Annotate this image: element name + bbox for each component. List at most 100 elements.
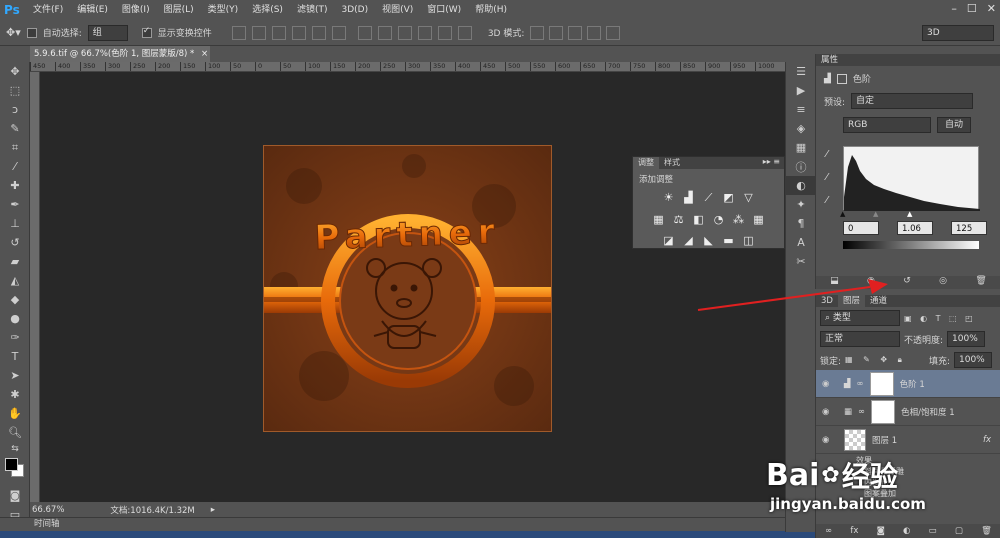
curves-icon[interactable]: ⟋ bbox=[703, 191, 715, 205]
channel-mixer-icon[interactable]: ⁂ bbox=[733, 213, 745, 226]
menu-item-10[interactable]: 帮助(H) bbox=[468, 0, 514, 20]
menu-item-7[interactable]: 3D(D) bbox=[334, 0, 375, 20]
foreground-color[interactable] bbox=[5, 458, 18, 471]
healing-tool-icon[interactable]: ✚ bbox=[0, 176, 30, 195]
blur-tool-icon[interactable]: ◆ bbox=[0, 290, 30, 309]
menu-item-2[interactable]: 图像(I) bbox=[115, 0, 157, 20]
new-layer-icon[interactable]: ▢ bbox=[955, 526, 963, 536]
close-tab-icon[interactable]: × bbox=[201, 49, 208, 59]
maximize-button[interactable]: ☐ bbox=[967, 2, 977, 15]
document-tab[interactable]: 5.9.6.tif @ 66.7%(色阶 1, 图层蒙版/8) * × bbox=[30, 46, 210, 62]
tab-properties[interactable]: 属性 bbox=[816, 54, 1000, 66]
quick-select-tool-icon[interactable]: ✎ bbox=[0, 119, 30, 138]
marquee-tool-icon[interactable]: ⬚ bbox=[0, 81, 30, 100]
color-swatches[interactable] bbox=[0, 456, 29, 486]
layer-mask-thumbnail[interactable] bbox=[869, 371, 894, 396]
paragraph-panel-icon[interactable]: ¶ bbox=[786, 214, 816, 233]
show-transform-checkbox[interactable] bbox=[141, 26, 152, 38]
document-artwork[interactable]: Partner bbox=[263, 145, 552, 432]
clone-stamp-tool-icon[interactable]: ⊥ bbox=[0, 214, 30, 233]
quick-mask-icon[interactable]: ◙ bbox=[0, 486, 30, 505]
adjustments-panel-icon[interactable]: ◐ bbox=[786, 176, 816, 195]
gradient-map-icon[interactable]: ▬ bbox=[723, 234, 735, 247]
opacity-field[interactable]: 100% bbox=[947, 331, 986, 347]
eraser-tool-icon[interactable]: ▰ bbox=[0, 252, 30, 271]
photo-filter-icon[interactable]: ◔ bbox=[713, 213, 725, 226]
minimize-button[interactable]: – bbox=[951, 2, 957, 15]
distribute-hcenter-icon[interactable] bbox=[437, 25, 452, 40]
3d-scale-icon[interactable] bbox=[606, 25, 621, 40]
align-left-icon[interactable] bbox=[291, 25, 306, 40]
visibility-eye-icon[interactable]: ◉ bbox=[822, 435, 836, 445]
3d-roll-icon[interactable] bbox=[549, 25, 564, 40]
3d-rotate-icon[interactable] bbox=[530, 25, 545, 40]
close-button[interactable]: ✕ bbox=[987, 2, 996, 15]
add-mask-icon[interactable]: ◙ bbox=[877, 526, 885, 536]
align-top-icon[interactable] bbox=[231, 25, 246, 40]
tab-styles[interactable]: 样式 bbox=[659, 157, 685, 169]
input-white-field[interactable]: 125 bbox=[951, 221, 987, 235]
tool-presets-icon[interactable]: ✂ bbox=[786, 252, 816, 271]
3d-slide-icon[interactable] bbox=[587, 25, 602, 40]
pen-tool-icon[interactable]: ✑ bbox=[0, 328, 30, 347]
align-bottom-icon[interactable] bbox=[271, 25, 286, 40]
input-black-field[interactable]: 0 bbox=[843, 221, 879, 235]
fill-field[interactable]: 100% bbox=[954, 352, 992, 368]
menu-item-6[interactable]: 滤镜(T) bbox=[290, 0, 335, 20]
filter-icons[interactable]: ▣ ◐ T ⬚ ◰ bbox=[904, 314, 976, 323]
new-adjustment-icon[interactable]: ◐ bbox=[903, 526, 910, 536]
color-lookup-icon[interactable]: ▦ bbox=[753, 213, 765, 226]
brightness-icon[interactable]: ☀ bbox=[663, 191, 675, 205]
crop-tool-icon[interactable]: ⌗ bbox=[0, 138, 30, 157]
exposure-icon[interactable]: ◩ bbox=[723, 191, 735, 205]
link-layers-icon[interactable]: ∞ bbox=[825, 526, 832, 536]
distribute-left-icon[interactable] bbox=[417, 25, 432, 40]
visibility-eye-icon[interactable]: ◉ bbox=[822, 379, 836, 389]
layer-row-layer1[interactable]: ◉ 图层 1 fx bbox=[816, 426, 1000, 454]
history-brush-tool-icon[interactable]: ↺ bbox=[0, 233, 30, 252]
paint-bucket-tool-icon[interactable]: ◭ bbox=[0, 271, 30, 290]
swatches-panel-icon[interactable]: ▦ bbox=[786, 138, 816, 157]
menu-item-8[interactable]: 视图(V) bbox=[375, 0, 420, 20]
distribute-vcenter-icon[interactable] bbox=[377, 25, 392, 40]
levels-icon[interactable]: ▟ bbox=[683, 191, 695, 205]
link-icon[interactable]: ∞ bbox=[857, 379, 864, 389]
align-right-icon[interactable] bbox=[331, 25, 346, 40]
color-panel-icon[interactable]: ◈ bbox=[786, 119, 816, 138]
move-tool-icon[interactable]: ✥▾ bbox=[6, 26, 21, 39]
blend-mode-dropdown[interactable]: 正常 bbox=[820, 331, 900, 347]
selective-color-icon[interactable]: ◫ bbox=[743, 234, 755, 247]
layer-mask-thumbnail[interactable] bbox=[871, 399, 896, 424]
brush-tool-icon[interactable]: ✒ bbox=[0, 195, 30, 214]
layer-row-levels[interactable]: ◉ ▟ ∞ 色阶 1 bbox=[816, 370, 1000, 398]
swap-colors-icon[interactable]: ⇆ bbox=[0, 442, 30, 456]
layer-thumbnail[interactable] bbox=[844, 428, 866, 451]
type-tool-icon[interactable]: T bbox=[0, 347, 30, 366]
info-panel-icon[interactable]: ⓘ bbox=[786, 157, 816, 176]
eyedropper-tool-icon[interactable]: ⁄ bbox=[0, 157, 30, 176]
layer-name[interactable]: 色阶 1 bbox=[900, 378, 925, 390]
layer-name[interactable]: 图层 1 bbox=[872, 434, 897, 446]
black-eyedropper-icon[interactable]: ⁄ bbox=[826, 149, 828, 160]
workspace-dropdown[interactable]: 3D bbox=[922, 24, 994, 41]
menu-item-4[interactable]: 类型(Y) bbox=[201, 0, 246, 20]
character-panel-icon[interactable]: A bbox=[786, 233, 816, 252]
styles-panel-icon[interactable]: ✦ bbox=[786, 195, 816, 214]
invert-icon[interactable]: ◪ bbox=[663, 234, 675, 247]
white-eyedropper-icon[interactable]: ⁄ bbox=[826, 195, 828, 206]
auto-button[interactable]: 自动 bbox=[937, 117, 971, 133]
menu-item-1[interactable]: 编辑(E) bbox=[70, 0, 115, 20]
brush-panel-icon[interactable]: ≡ bbox=[786, 100, 816, 119]
layer-name[interactable]: 色相/饱和度 1 bbox=[901, 406, 954, 418]
visibility-icon[interactable]: ◎ bbox=[939, 276, 947, 289]
dodge-tool-icon[interactable]: ● bbox=[0, 309, 30, 328]
auto-select-checkbox[interactable] bbox=[26, 27, 37, 38]
visibility-eye-icon[interactable]: ◉ bbox=[822, 407, 836, 417]
reset-icon[interactable]: ↺ bbox=[903, 276, 911, 289]
actions-panel-icon[interactable]: ▶ bbox=[786, 81, 816, 100]
auto-select-dropdown[interactable]: 组 bbox=[87, 24, 128, 41]
zoom-level[interactable]: 66.67% bbox=[32, 505, 64, 515]
distribute-bottom-icon[interactable] bbox=[397, 25, 412, 40]
menu-item-3[interactable]: 图层(L) bbox=[157, 0, 201, 20]
preset-dropdown[interactable]: 自定 bbox=[851, 93, 974, 109]
